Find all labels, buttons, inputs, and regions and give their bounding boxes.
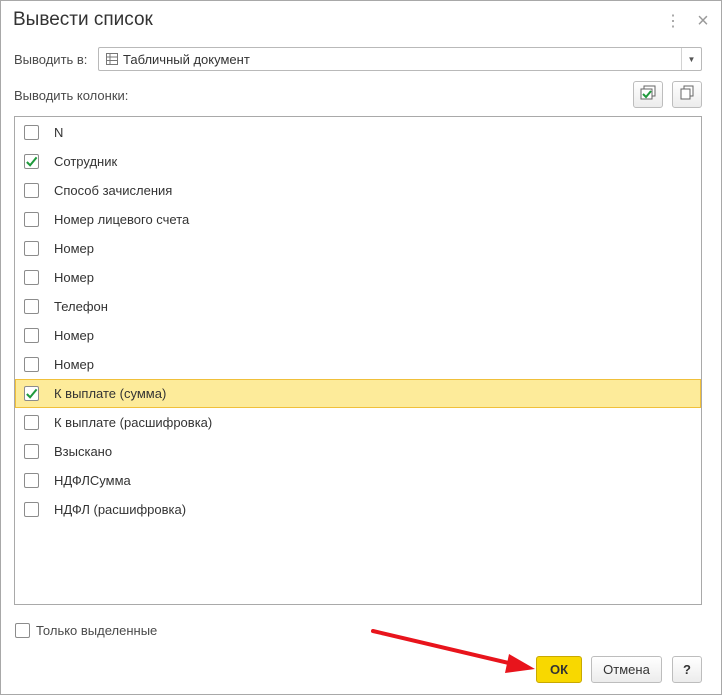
column-label: Номер лицевого счета xyxy=(54,212,190,227)
list-item[interactable]: Номер xyxy=(15,350,701,379)
list-item[interactable]: Способ зачисления xyxy=(15,176,701,205)
only-selected-label: Только выделенные xyxy=(36,623,158,638)
output-to-value: Табличный документ xyxy=(123,51,250,67)
check-mark-icon xyxy=(26,388,38,399)
column-label: НДФЛ (расшифровка) xyxy=(54,502,187,517)
column-checkbox[interactable] xyxy=(24,386,39,401)
list-item[interactable]: Номер xyxy=(15,321,701,350)
close-icon[interactable]: × xyxy=(693,9,713,33)
list-item[interactable]: Взыскано xyxy=(15,437,701,466)
column-checkbox[interactable] xyxy=(24,183,39,198)
help-button[interactable]: ? xyxy=(672,656,702,683)
dropdown-arrow-icon[interactable]: ▼ xyxy=(681,48,701,70)
annotation-arrow-icon xyxy=(371,629,535,673)
list-item[interactable]: N xyxy=(15,118,701,147)
only-selected-checkbox[interactable] xyxy=(15,623,30,638)
output-to-label: Выводить в: xyxy=(14,52,88,67)
column-label: Номер xyxy=(54,328,95,343)
column-checkbox[interactable] xyxy=(24,473,39,488)
column-label: Способ зачисления xyxy=(54,183,173,198)
column-checkbox[interactable] xyxy=(24,212,39,227)
column-checkbox[interactable] xyxy=(24,270,39,285)
column-checkbox[interactable] xyxy=(24,328,39,343)
check-all-button[interactable] xyxy=(633,81,663,108)
dialog-title: Вывести список xyxy=(13,9,153,30)
column-label: К выплате (сумма) xyxy=(54,386,167,401)
list-item[interactable]: Номер лицевого счета xyxy=(15,205,701,234)
output-list-dialog: Вывести список ⋮ × Выводить в: Табличный… xyxy=(0,0,722,695)
list-item[interactable]: Сотрудник xyxy=(15,147,701,176)
list-item[interactable]: НДФЛСумма xyxy=(15,466,701,495)
column-checkbox[interactable] xyxy=(24,154,39,169)
ok-button[interactable]: ОК xyxy=(536,656,582,683)
list-item[interactable]: Номер xyxy=(15,234,701,263)
copy-button[interactable] xyxy=(672,81,702,108)
output-to-select[interactable]: Табличный документ ▼ xyxy=(98,47,702,71)
column-label: Взыскано xyxy=(54,444,113,459)
cancel-button[interactable]: Отмена xyxy=(591,656,662,683)
column-label: N xyxy=(54,125,64,140)
check-all-icon xyxy=(639,85,657,104)
column-checkbox[interactable] xyxy=(24,415,39,430)
column-checkbox[interactable] xyxy=(24,299,39,314)
list-item[interactable]: НДФЛ (расшифровка) xyxy=(15,495,701,524)
column-label: Номер xyxy=(54,241,95,256)
column-label: Сотрудник xyxy=(54,154,118,169)
check-mark-icon xyxy=(26,156,38,167)
column-checkbox[interactable] xyxy=(24,241,39,256)
column-label: К выплате (расшифровка) xyxy=(54,415,213,430)
more-vertical-icon[interactable]: ⋮ xyxy=(663,9,683,33)
column-label: НДФЛСумма xyxy=(54,473,131,488)
list-item-selected[interactable]: К выплате (сумма) xyxy=(15,379,701,408)
column-checkbox[interactable] xyxy=(24,357,39,372)
list-item[interactable]: Телефон xyxy=(15,292,701,321)
list-item[interactable]: К выплате (расшифровка) xyxy=(15,408,701,437)
list-item[interactable]: Номер xyxy=(15,263,701,292)
column-checkbox[interactable] xyxy=(24,444,39,459)
spreadsheet-document-icon xyxy=(105,52,119,66)
output-columns-label: Выводить колонки: xyxy=(14,88,129,103)
copy-icon xyxy=(679,85,695,104)
columns-list: N Сотрудник Способ зачисления Номер лице… xyxy=(14,116,702,605)
column-checkbox[interactable] xyxy=(24,125,39,140)
column-label: Номер xyxy=(54,270,95,285)
column-label: Номер xyxy=(54,357,95,372)
column-checkbox[interactable] xyxy=(24,502,39,517)
column-label: Телефон xyxy=(54,299,108,314)
